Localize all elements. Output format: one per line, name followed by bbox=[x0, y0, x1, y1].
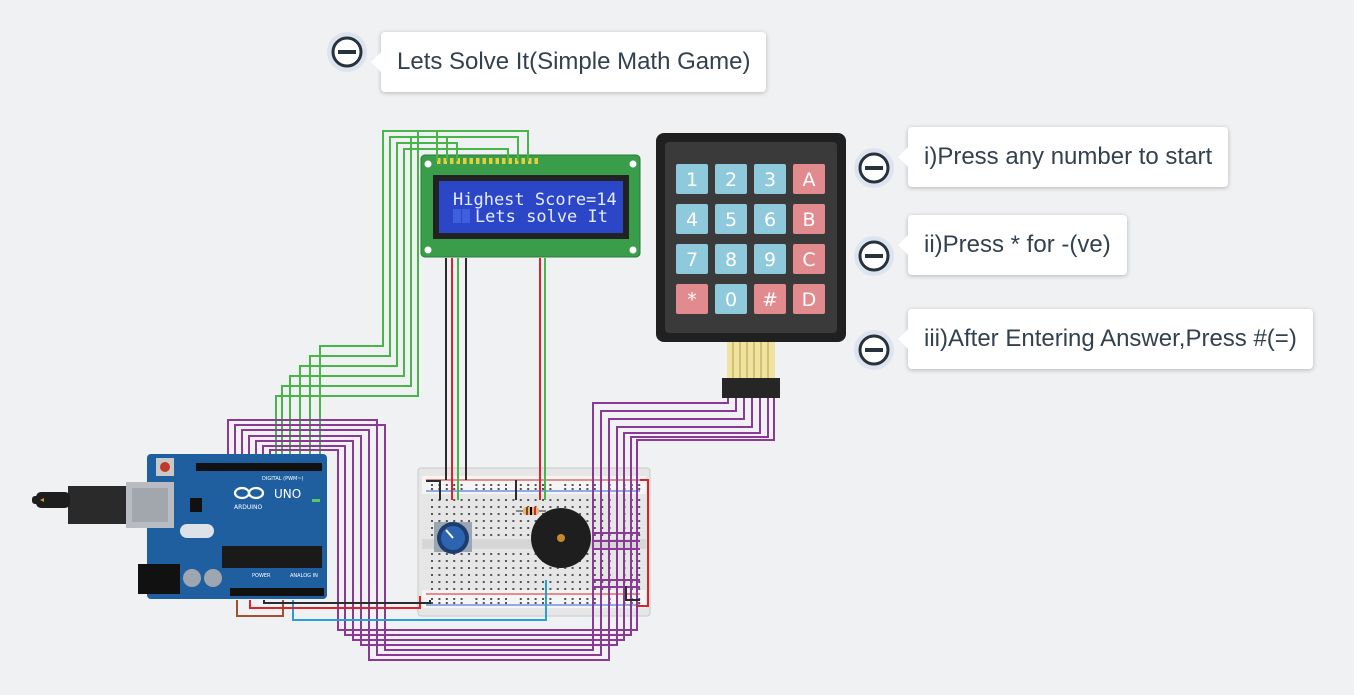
step3-text: iii)After Entering Answer,Press #(=) bbox=[924, 325, 1297, 352]
keypad[interactable]: 1 2 3 A 4 5 6 B 7 8 9 C * 0 # D bbox=[656, 133, 846, 398]
key-8[interactable]: 8 bbox=[715, 244, 747, 274]
power-label: POWER bbox=[252, 573, 271, 579]
title-collapse-icon[interactable] bbox=[327, 32, 367, 72]
key-label: 0 bbox=[725, 289, 737, 311]
title-note[interactable]: Lets Solve It(Simple Math Game) bbox=[381, 32, 767, 92]
key-hash[interactable]: # bbox=[754, 284, 786, 314]
key-label: 3 bbox=[764, 169, 776, 191]
key-4[interactable]: 4 bbox=[676, 204, 708, 234]
step1-collapse-icon[interactable] bbox=[854, 148, 894, 188]
key-label: 7 bbox=[686, 249, 698, 271]
piezo-buzzer[interactable] bbox=[531, 508, 591, 568]
key-label: C bbox=[802, 249, 815, 271]
step1-note[interactable]: i)Press any number to start bbox=[908, 127, 1229, 187]
key-label: 9 bbox=[764, 249, 776, 271]
key-b[interactable]: B bbox=[793, 204, 825, 234]
potentiometer[interactable] bbox=[434, 522, 472, 554]
key-label: 5 bbox=[725, 209, 737, 231]
lcd-power-wires bbox=[445, 258, 546, 500]
step2-collapse-icon[interactable] bbox=[854, 236, 894, 276]
key-5[interactable]: 5 bbox=[715, 204, 747, 234]
digital-label: DIGITAL (PWM~) bbox=[262, 476, 304, 482]
key-c[interactable]: C bbox=[793, 244, 825, 274]
title-text: Lets Solve It(Simple Math Game) bbox=[397, 48, 751, 75]
step1-text: i)Press any number to start bbox=[924, 143, 1213, 170]
lcd-display[interactable]: Highest Score=14 Lets solve It bbox=[420, 154, 641, 258]
step3-note[interactable]: iii)After Entering Answer,Press #(=) bbox=[908, 309, 1313, 369]
step2-note[interactable]: ii)Press * for -(ve) bbox=[908, 215, 1127, 275]
key-7[interactable]: 7 bbox=[676, 244, 708, 274]
key-a[interactable]: A bbox=[793, 164, 825, 194]
key-label: A bbox=[803, 169, 816, 191]
key-d[interactable]: D bbox=[793, 284, 825, 314]
arduino-model: UNO bbox=[274, 487, 301, 501]
key-9[interactable]: 9 bbox=[754, 244, 786, 274]
key-label: 1 bbox=[686, 169, 698, 191]
key-label: 6 bbox=[764, 209, 776, 231]
key-label: 4 bbox=[686, 209, 698, 231]
lcd-line-2: Lets solve It bbox=[475, 207, 608, 227]
circuit-canvas[interactable]: Highest Score=14 Lets solve It 1 2 3 A 4 5 6 B 7… bbox=[0, 0, 1354, 695]
step3-collapse-icon[interactable] bbox=[854, 330, 894, 370]
analog-label: ANALOG IN bbox=[290, 573, 318, 579]
key-label: D bbox=[802, 289, 817, 311]
key-3[interactable]: 3 bbox=[754, 164, 786, 194]
key-label: 2 bbox=[725, 169, 737, 191]
key-star[interactable]: * bbox=[676, 284, 708, 314]
arduino-uno[interactable]: ARDUINO UNO DIGITAL (PWM~) POWER ANALOG … bbox=[32, 454, 327, 599]
key-0[interactable]: 0 bbox=[715, 284, 747, 314]
key-label: # bbox=[762, 289, 778, 311]
key-label: B bbox=[802, 209, 815, 231]
key-6[interactable]: 6 bbox=[754, 204, 786, 234]
key-2[interactable]: 2 bbox=[715, 164, 747, 194]
key-label: 8 bbox=[725, 249, 737, 271]
key-1[interactable]: 1 bbox=[676, 164, 708, 194]
arduino-brand: ARDUINO bbox=[234, 504, 263, 511]
step2-text: ii)Press * for -(ve) bbox=[924, 231, 1111, 258]
key-label: * bbox=[687, 289, 697, 311]
